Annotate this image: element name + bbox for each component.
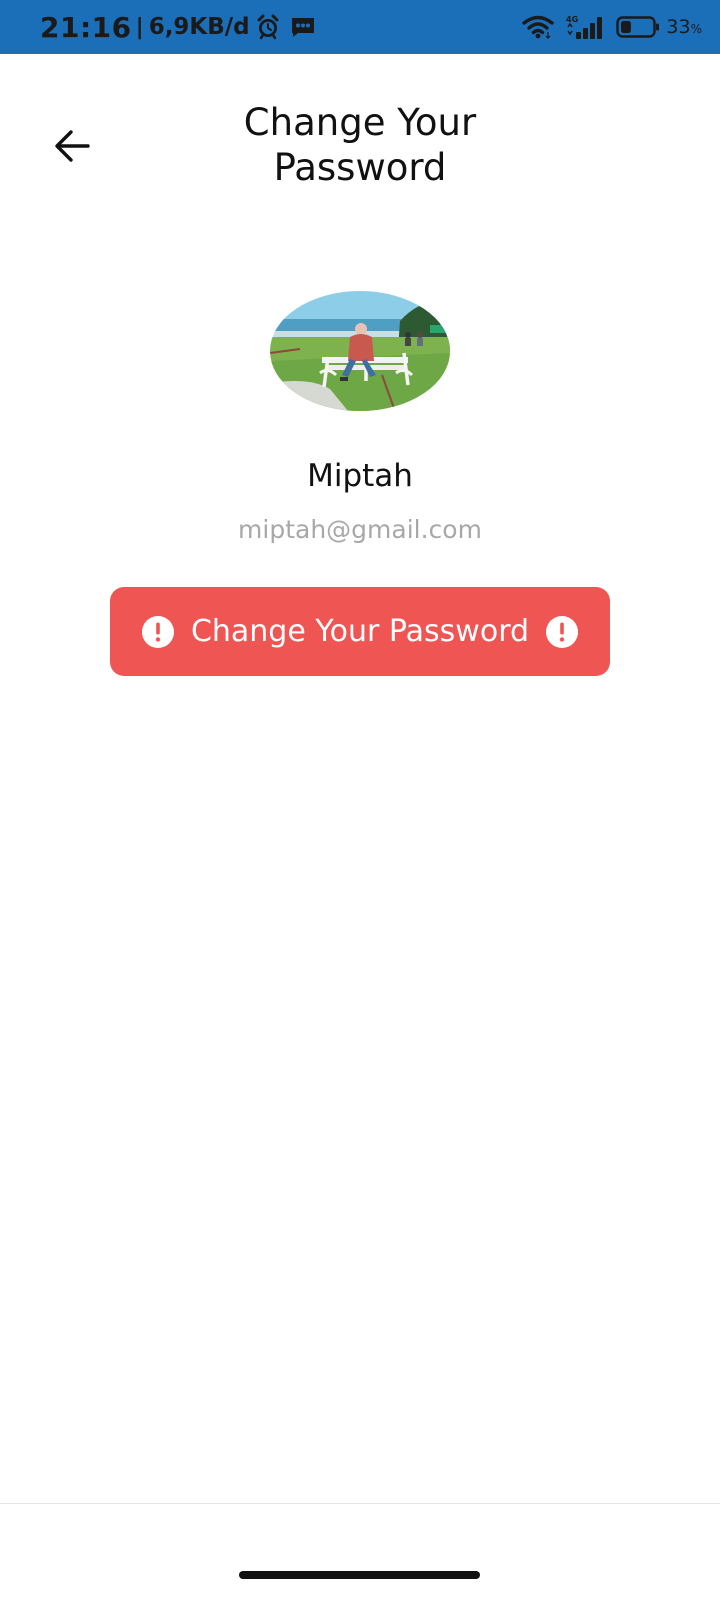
change-password-label: Change Your Password: [190, 614, 530, 649]
user-email: miptah@gmail.com: [238, 515, 482, 544]
user-name: Miptah: [307, 458, 413, 494]
page-title-line-1: Change Your: [243, 101, 477, 144]
page-title: Change Your Password: [160, 100, 560, 190]
status-time: 21:16: [40, 10, 132, 44]
arrow-left-icon: [55, 130, 90, 162]
wifi-icon: [522, 15, 555, 39]
status-separator: |: [135, 14, 144, 40]
home-indicator[interactable]: [239, 1571, 480, 1579]
network-type-label: 4G: [566, 15, 578, 24]
change-password-button[interactable]: Change Your Password: [110, 587, 610, 676]
alert-circle-icon: [545, 615, 579, 649]
battery-fill: [621, 21, 632, 33]
battery-percent: 33%: [666, 16, 702, 38]
status-left-group: 21:16 | 6,9KB/d: [40, 10, 316, 44]
avatar: [270, 291, 450, 411]
battery-percent-value: 33: [666, 16, 691, 38]
message-icon: [290, 15, 316, 39]
alert-circle-icon: [141, 615, 175, 649]
bottom-divider: [0, 1503, 720, 1504]
battery-icon: [616, 15, 660, 39]
battery-percent-unit: %: [690, 22, 702, 36]
status-right-group: 4G 33%: [512, 12, 702, 42]
alarm-icon: [256, 14, 280, 40]
signal-icon: 4G: [564, 14, 606, 40]
network-speed: 6,9KB/d: [148, 14, 250, 40]
status-bar: 21:16 | 6,9KB/d 4G 33%: [0, 0, 720, 54]
back-button[interactable]: [50, 124, 94, 168]
page-title-line-2: Password: [273, 146, 447, 189]
